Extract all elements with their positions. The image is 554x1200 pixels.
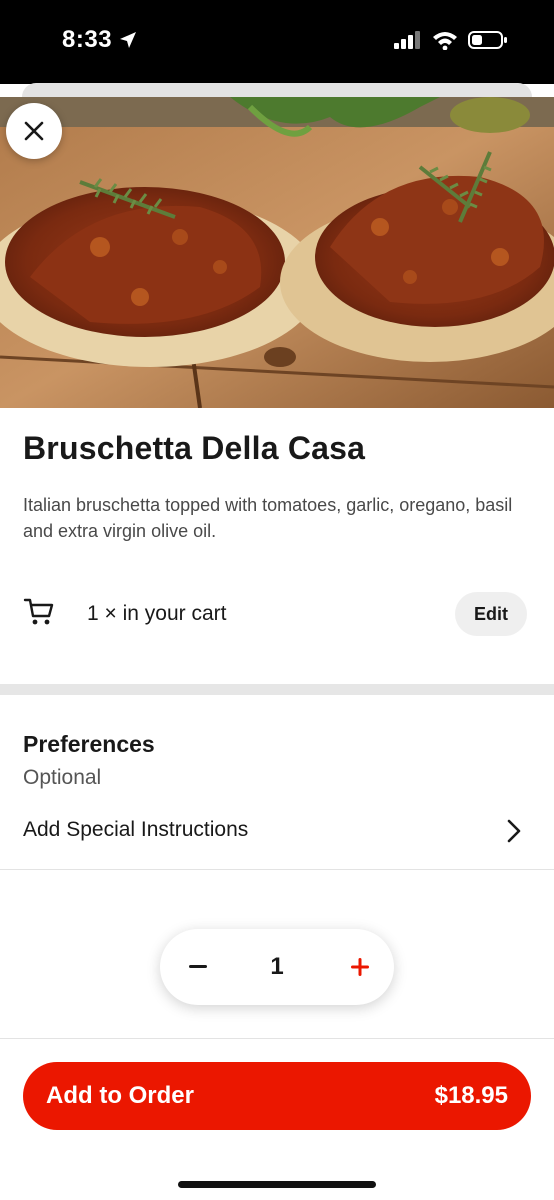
item-title: Bruschetta Della Casa xyxy=(23,430,366,466)
add-to-order-label: Add to Order xyxy=(46,1082,194,1109)
wifi-icon xyxy=(433,32,457,50)
close-button[interactable] xyxy=(6,103,62,159)
status-time: 8:33 xyxy=(62,26,138,54)
minus-icon xyxy=(189,965,207,968)
decrease-quantity-button[interactable] xyxy=(174,943,222,991)
special-instructions-label: Add Special Instructions xyxy=(23,818,249,841)
status-icons xyxy=(394,30,508,50)
location-arrow-icon xyxy=(120,32,137,48)
item-description: Italian bruschetta topped with tomatoes,… xyxy=(23,495,513,541)
battery-icon xyxy=(468,31,507,49)
edit-button[interactable]: Edit xyxy=(455,592,527,636)
footer-divider xyxy=(0,1038,554,1039)
add-special-instructions-row[interactable]: Add Special Instructions xyxy=(0,804,554,870)
preferences-optional-label: Optional xyxy=(23,766,102,789)
clock-text: 8:33 xyxy=(62,26,113,53)
status-bar: 8:33 xyxy=(0,0,554,84)
cellular-signal-icon xyxy=(394,31,420,49)
item-photo xyxy=(0,97,554,408)
increase-quantity-button[interactable] xyxy=(336,943,384,991)
preferences-title: Preferences xyxy=(23,731,155,757)
cart-icon xyxy=(23,598,54,625)
cart-quantity-text: 1 × in your cart xyxy=(87,602,227,625)
cart-status-row: 1 × in your cart Edit xyxy=(23,592,529,636)
section-divider xyxy=(0,684,554,695)
quantity-stepper: 1 xyxy=(160,929,394,1005)
close-icon xyxy=(24,121,44,141)
order-price: $18.95 xyxy=(434,1082,508,1109)
quantity-value: 1 xyxy=(270,953,284,980)
chevron-right-icon xyxy=(507,819,521,843)
plus-icon xyxy=(351,958,369,976)
home-indicator[interactable] xyxy=(178,1181,376,1188)
add-to-order-button[interactable]: Add to Order $18.95 xyxy=(23,1062,531,1130)
